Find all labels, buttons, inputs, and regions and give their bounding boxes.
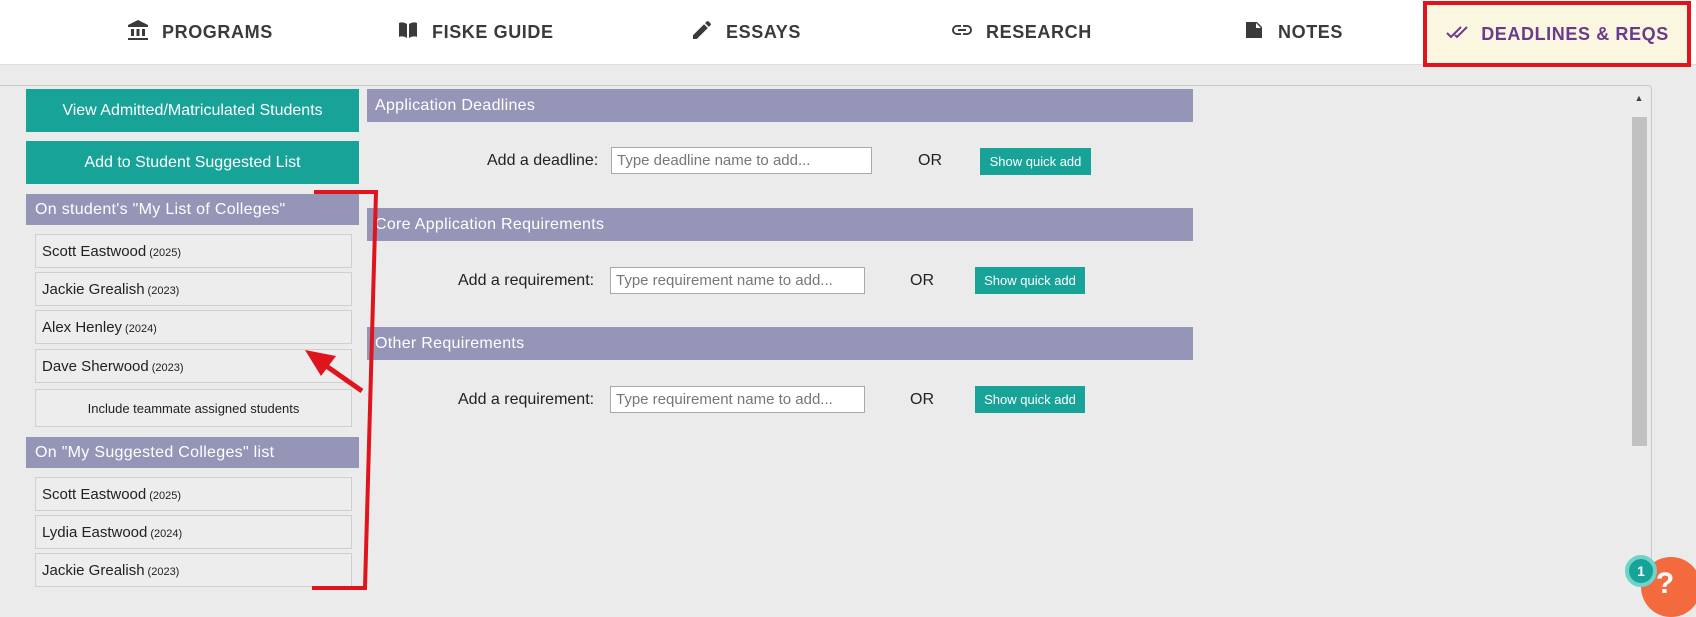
show-quick-add-deadline-button[interactable]: Show quick add (980, 148, 1091, 175)
application-deadlines-heading: Application Deadlines (367, 89, 1193, 122)
or-label: OR (910, 391, 934, 408)
student-year: (2023) (151, 361, 184, 374)
add-deadline-label: Add a deadline: (487, 152, 599, 169)
link-icon (950, 18, 974, 47)
student-year: (2025) (149, 489, 182, 502)
view-admitted-students-button[interactable]: View Admitted/Matriculated Students (26, 89, 359, 132)
deadline-name-input[interactable] (611, 147, 872, 174)
add-requirement-label: Add a requirement: (458, 391, 595, 408)
student-year: (2023) (147, 284, 180, 297)
tab-programs[interactable]: PROGRAMS (126, 0, 273, 65)
show-quick-add-other-button[interactable]: Show quick add (975, 386, 1085, 413)
institution-icon (126, 18, 150, 47)
double-check-icon (1445, 20, 1469, 49)
student-list-item[interactable]: Lydia Eastwood (2024) (35, 515, 352, 549)
tab-label: FISKE GUIDE (432, 22, 554, 42)
student-name: Scott Eastwood (42, 485, 147, 503)
top-navigation: PROGRAMS FISKE GUIDE ESSAYS RESEARCH NOT… (0, 0, 1696, 67)
tab-notes[interactable]: NOTES (1242, 0, 1343, 65)
student-list-item[interactable]: Alex Henley (2024) (35, 310, 352, 344)
tab-label: ESSAYS (726, 22, 801, 42)
tab-deadlines-reqs[interactable]: DEADLINES & REQS (1423, 1, 1691, 67)
student-name: Scott Eastwood (42, 242, 147, 260)
other-requirement-input[interactable] (610, 386, 865, 413)
or-label: OR (910, 272, 934, 289)
student-list-item[interactable]: Jackie Grealish (2023) (35, 272, 352, 306)
suggested-list-heading: On "My Suggested Colleges" list (26, 437, 359, 468)
notification-badge[interactable]: 1 (1625, 555, 1657, 587)
core-requirements-heading: Core Application Requirements (367, 208, 1193, 241)
help-glyph: ? (1655, 567, 1675, 600)
student-name: Jackie Grealish (42, 561, 145, 579)
student-name: Alex Henley (42, 318, 123, 336)
pencil-icon (690, 18, 714, 47)
or-label: OR (918, 152, 942, 169)
student-year: (2025) (149, 246, 182, 259)
other-requirements-heading: Other Requirements (367, 327, 1193, 360)
student-name: Lydia Eastwood (42, 523, 148, 541)
scrollbar-thumb[interactable] (1632, 117, 1647, 446)
student-list-item[interactable]: Scott Eastwood (2025) (35, 477, 352, 511)
include-teammate-students-button[interactable]: Include teammate assigned students (35, 389, 352, 427)
core-requirement-input[interactable] (610, 267, 865, 294)
student-list-item[interactable]: Dave Sherwood (2023) (35, 349, 352, 383)
tab-label: NOTES (1278, 22, 1344, 42)
scroll-up-arrow-icon[interactable]: ▲ (1630, 88, 1648, 108)
student-list-item[interactable]: Jackie Grealish (2023) (35, 553, 352, 587)
tab-label: DEADLINES & REQS (1481, 23, 1669, 44)
book-icon (396, 18, 420, 47)
student-name: Jackie Grealish (42, 280, 145, 298)
student-year: (2024) (125, 322, 157, 335)
tab-fiske-guide[interactable]: FISKE GUIDE (396, 0, 554, 65)
my-list-heading: On student's "My List of Colleges" (26, 194, 359, 225)
student-year: (2024) (150, 527, 183, 540)
tab-essays[interactable]: ESSAYS (690, 0, 801, 65)
student-year: (2023) (147, 565, 180, 578)
note-icon (1242, 18, 1266, 47)
tab-research[interactable]: RESEARCH (950, 0, 1092, 65)
tab-label: PROGRAMS (162, 22, 273, 42)
show-quick-add-core-button[interactable]: Show quick add (975, 267, 1085, 294)
student-name: Dave Sherwood (42, 357, 149, 375)
student-list-item[interactable]: Scott Eastwood (2025) (35, 234, 352, 268)
add-to-suggested-list-button[interactable]: Add to Student Suggested List (26, 141, 359, 184)
tab-label: RESEARCH (986, 22, 1092, 42)
add-requirement-label: Add a requirement: (458, 272, 595, 289)
